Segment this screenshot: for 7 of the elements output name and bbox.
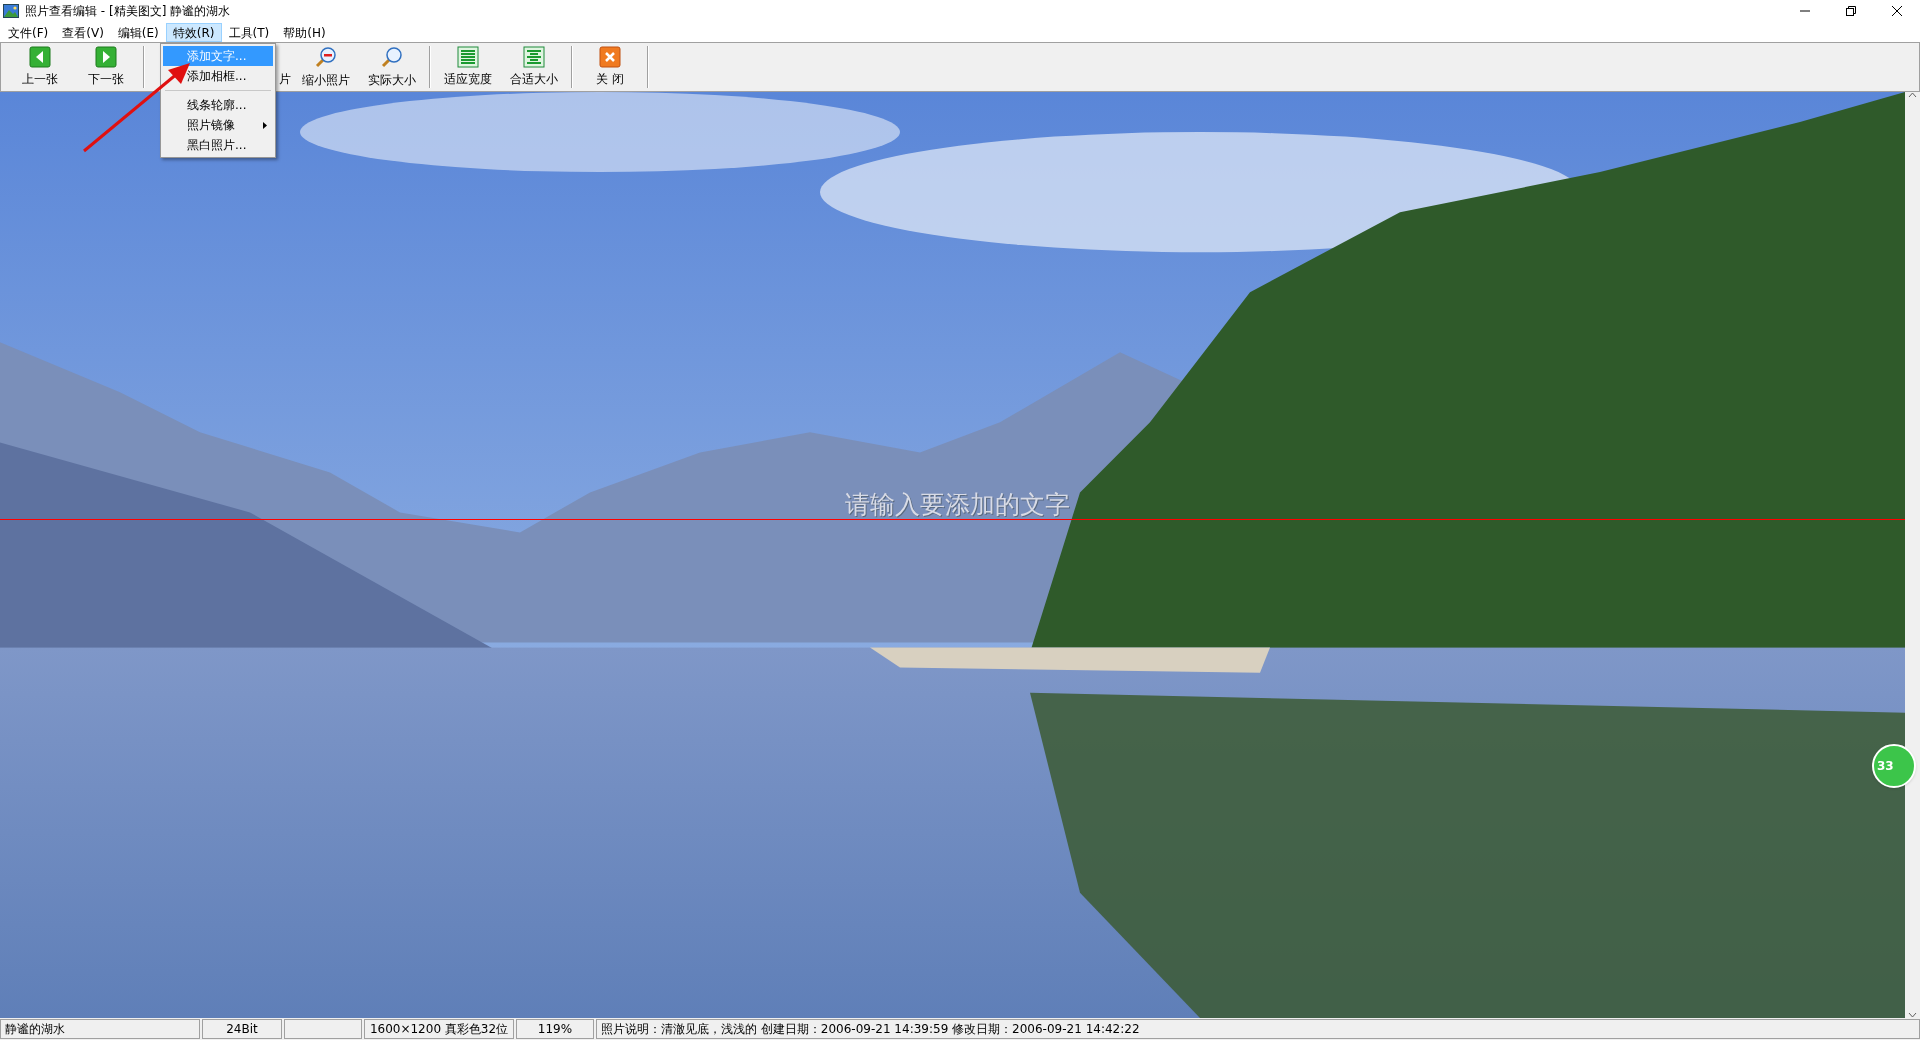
status-field: 1600×1200 真彩色32位 [364, 1019, 514, 1039]
overlay-text: 请输入要添加的文字 [845, 489, 1070, 521]
status-field: 119% [516, 1019, 594, 1039]
status-field: 静谧的湖水 [0, 1019, 200, 1039]
window-title: 照片查看编辑 - [精美图文] 静谧的湖水 [25, 3, 231, 20]
status-field: 照片说明：清澈见底，浅浅的 创建日期：2006-09-21 14:39:59 修改日期：2006-09-21 14:42:22 [596, 1019, 1920, 1039]
status-field: 24Bit [202, 1019, 282, 1039]
